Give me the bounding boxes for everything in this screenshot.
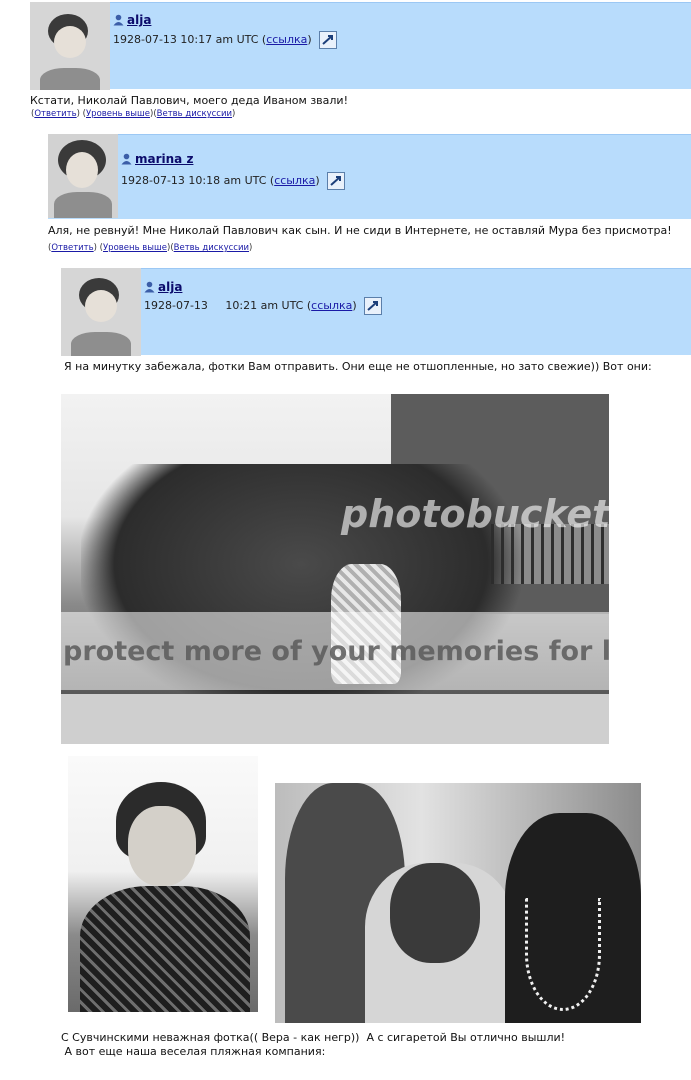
comment-actions: (Ответить) (Уровень выше)(Ветвь дискусси… bbox=[48, 243, 253, 253]
avatar-face bbox=[66, 152, 98, 188]
sand bbox=[61, 694, 609, 744]
timestamp: 1928-07-13 10:18 am UTC bbox=[121, 174, 267, 187]
portrait-dress bbox=[80, 886, 250, 1012]
username-line: alja bbox=[113, 13, 151, 27]
username-line: alja bbox=[144, 280, 182, 294]
thread-icon[interactable] bbox=[364, 297, 383, 315]
timestamp: 1928-07-13 10:17 am UTC bbox=[113, 33, 259, 46]
user-icon bbox=[121, 153, 132, 165]
comment-text: Кстати, Николай Павлович, моего деда Ива… bbox=[30, 94, 348, 107]
avatar[interactable] bbox=[48, 134, 118, 218]
permalink[interactable]: ссылка bbox=[274, 174, 315, 187]
comment-actions: (Ответить) (Уровень выше)(Ветвь дискусси… bbox=[31, 109, 236, 119]
username-link[interactable]: marina z bbox=[135, 152, 193, 166]
avatar[interactable] bbox=[30, 2, 110, 90]
reply-link[interactable]: Ответить bbox=[34, 109, 76, 119]
photo-caption-2: А вот еще наша веселая пляжная компания: bbox=[61, 1045, 326, 1058]
parent-link[interactable]: Уровень выше bbox=[103, 243, 167, 253]
user-icon bbox=[113, 14, 124, 26]
username-line: marina z bbox=[121, 152, 193, 166]
comment-meta: 1928-07-13 10:21 am UTC (ссылка) bbox=[144, 297, 383, 315]
group-photo: photobucket protect more of your memorie… bbox=[61, 394, 609, 744]
comment-text: Аля, не ревнуй! Мне Николай Павлович как… bbox=[48, 224, 672, 237]
avatar-shoulders bbox=[40, 68, 100, 90]
avatar-face bbox=[85, 290, 117, 322]
permalink[interactable]: ссылка bbox=[266, 33, 307, 46]
thread-icon[interactable] bbox=[327, 172, 346, 190]
portrait-face bbox=[128, 806, 196, 886]
thread-icon[interactable] bbox=[319, 31, 338, 49]
trio-photo bbox=[275, 783, 641, 1023]
permalink[interactable]: ссылка bbox=[311, 299, 352, 312]
avatar-shoulders bbox=[71, 332, 131, 356]
thread-link[interactable]: Ветвь дискуссии bbox=[157, 109, 232, 119]
thread-link[interactable]: Ветвь дискуссии bbox=[174, 243, 249, 253]
timestamp: 1928-07-13 10:21 am UTC bbox=[144, 299, 304, 312]
comment-text: Я на минутку забежала, фотки Вам отправи… bbox=[64, 360, 652, 373]
avatar-shoulders bbox=[54, 192, 112, 218]
comment-meta: 1928-07-13 10:18 am UTC (ссылка) bbox=[121, 172, 346, 190]
avatar[interactable] bbox=[61, 268, 141, 356]
watermark-banner: protect more of your memories for less! bbox=[63, 636, 609, 667]
username-link[interactable]: alja bbox=[127, 13, 151, 27]
avatar-face bbox=[54, 26, 86, 58]
portrait-photo bbox=[68, 756, 258, 1012]
photobucket-logo: photobucket bbox=[341, 492, 609, 536]
person-center-head bbox=[390, 863, 480, 963]
reply-link[interactable]: Ответить bbox=[51, 243, 93, 253]
user-icon bbox=[144, 281, 155, 293]
parent-link[interactable]: Уровень выше bbox=[86, 109, 150, 119]
photo-caption: С Сувчинскими неважная фотка(( Вера - ка… bbox=[61, 1031, 566, 1044]
username-link[interactable]: alja bbox=[158, 280, 182, 294]
necklace bbox=[525, 898, 601, 1011]
comment-meta: 1928-07-13 10:17 am UTC (ссылка) bbox=[113, 31, 338, 49]
